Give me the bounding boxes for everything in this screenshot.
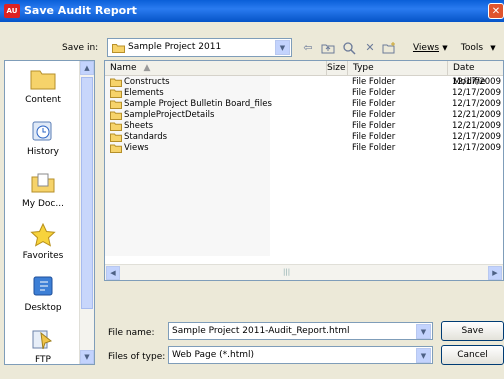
close-button[interactable]: ✕: [488, 3, 504, 19]
places-bar: Content History My Doc... Favorites Desk…: [4, 60, 95, 365]
desktop-icon: [33, 276, 53, 296]
folder-icon: [110, 89, 122, 98]
file-date-cell: 12/17/2009 2: [452, 143, 504, 153]
chevron-down-icon[interactable]: ▼: [275, 40, 290, 55]
chevron-down-icon[interactable]: ▼: [416, 324, 431, 339]
folder-icon: [110, 111, 122, 120]
app-icon: AU: [4, 4, 20, 18]
column-header-date-modified[interactable]: Date Modifie: [448, 61, 503, 87]
column-header-name[interactable]: Name ▲: [105, 61, 327, 76]
place-label: My Doc...: [22, 199, 64, 209]
my-documents-icon: [31, 173, 55, 193]
file-type-cell: File Folder: [352, 121, 396, 131]
views-dropdown-arrow-icon[interactable]: ▼: [441, 40, 449, 56]
file-row[interactable]: Elements File Folder 12/17/2009 2: [105, 88, 504, 99]
column-header-size[interactable]: Size: [327, 61, 348, 76]
save-in-value: Sample Project 2011: [128, 42, 222, 52]
window-title: Save Audit Report: [24, 4, 137, 17]
views-menu[interactable]: Views: [412, 40, 440, 56]
folder-icon: [110, 122, 122, 131]
file-row[interactable]: Standards File Folder 12/17/2009 2: [105, 132, 504, 143]
favorites-star-icon: [30, 223, 56, 247]
folder-icon: [110, 133, 122, 142]
file-row[interactable]: Views File Folder 12/17/2009 2: [105, 143, 504, 154]
save-audit-report-dialog: AU Save Audit Report ✕ Save in: Sample P…: [0, 0, 504, 370]
column-header-label: Name: [110, 63, 137, 73]
folder-icon: [110, 78, 122, 87]
folder-icon: [110, 144, 122, 153]
file-name-value: Sample Project 2011-Audit_Report.html: [172, 326, 350, 336]
up-folder-icon[interactable]: [320, 40, 336, 56]
file-name-cell: Views: [124, 143, 149, 153]
file-type-cell: File Folder: [352, 132, 396, 142]
file-type-cell: File Folder: [352, 110, 396, 120]
delete-icon[interactable]: ✕: [362, 40, 378, 56]
tools-menu[interactable]: Tools: [460, 40, 484, 56]
scroll-right-icon[interactable]: ▶: [488, 266, 502, 280]
file-name-cell: Constructs: [124, 77, 170, 87]
tools-dropdown-arrow-icon[interactable]: ▼: [488, 40, 498, 56]
file-row[interactable]: Constructs File Folder 12/17/2009 2: [105, 77, 504, 88]
file-date-cell: 12/21/2009 5: [452, 110, 504, 120]
file-name-cell: Sheets: [124, 121, 154, 131]
place-label: Desktop: [24, 303, 62, 313]
place-label: FTP: [35, 355, 51, 365]
file-list[interactable]: Name ▲ Size Type Date Modifie Constructs…: [104, 60, 504, 281]
folder-icon: [30, 70, 56, 90]
place-my-documents[interactable]: My Doc...: [5, 167, 81, 223]
file-type-cell: File Folder: [352, 88, 396, 98]
files-of-type-value: Web Page (*.html): [172, 350, 255, 360]
cancel-button[interactable]: Cancel: [441, 345, 504, 365]
scroll-thumb[interactable]: [81, 77, 93, 309]
place-history[interactable]: History: [5, 115, 81, 171]
files-of-type-dropdown[interactable]: Web Page (*.html) ▼: [168, 346, 433, 364]
file-name-cell: Sample Project Bulletin Board_files: [124, 99, 272, 109]
file-date-cell: 12/17/2009 2: [452, 88, 504, 98]
title-bar[interactable]: AU Save Audit Report ✕: [0, 0, 504, 22]
file-date-cell: 12/17/2009 2: [452, 99, 504, 109]
scroll-up-icon[interactable]: ▲: [80, 61, 94, 75]
folder-icon: [110, 100, 122, 109]
file-date-cell: 12/21/2009 2: [452, 121, 504, 131]
file-name-cell: Standards: [124, 132, 168, 142]
back-icon[interactable]: ⇦: [300, 40, 316, 56]
places-scrollbar[interactable]: ▲ ▼: [79, 61, 94, 364]
file-type-cell: File Folder: [352, 77, 396, 87]
save-button[interactable]: Save: [441, 321, 504, 341]
place-label: Content: [25, 95, 61, 105]
place-label: History: [26, 147, 60, 157]
file-row[interactable]: Sample Project Bulletin Board_files File …: [105, 99, 504, 110]
scroll-grip[interactable]: |||: [283, 268, 290, 276]
file-type-cell: File Folder: [352, 143, 396, 153]
file-name-label: File name:: [108, 328, 155, 338]
file-name-input[interactable]: Sample Project 2011-Audit_Report.html ▼: [168, 322, 433, 340]
file-row[interactable]: SampleProjectDetails File Folder 12/21/200…: [105, 110, 504, 121]
files-of-type-label: Files of type:: [108, 352, 166, 362]
column-header-type[interactable]: Type: [348, 61, 448, 76]
ftp-icon: [32, 330, 53, 350]
save-in-label: Save in:: [62, 43, 99, 53]
file-name-cell: SampleProjectDetails: [124, 110, 215, 120]
save-in-dropdown[interactable]: Sample Project 2011 ▼: [107, 38, 292, 57]
chevron-down-icon[interactable]: ▼: [416, 348, 431, 363]
search-web-icon[interactable]: [341, 40, 357, 56]
file-row[interactable]: Sheets File Folder 12/21/2009 2: [105, 121, 504, 132]
file-name-cell: Elements: [124, 88, 164, 98]
scroll-left-icon[interactable]: ◀: [106, 266, 120, 280]
place-desktop[interactable]: Desktop: [5, 271, 81, 327]
file-type-cell: File Folder: [352, 99, 396, 109]
file-date-cell: 12/17/2009 2: [452, 77, 504, 87]
file-list-horizontal-scrollbar[interactable]: ◀ ||| ▶: [105, 264, 503, 280]
new-folder-icon[interactable]: [381, 40, 397, 56]
place-label: Favorites: [22, 251, 64, 261]
place-ftp[interactable]: FTP: [5, 323, 81, 379]
place-favorites[interactable]: Favorites: [5, 219, 81, 275]
file-date-cell: 12/17/2009 2: [452, 132, 504, 142]
scroll-down-icon[interactable]: ▼: [80, 350, 94, 364]
place-content[interactable]: Content: [5, 63, 81, 119]
sort-ascending-icon: ▲: [143, 63, 151, 73]
history-icon: [32, 121, 52, 141]
folder-icon: [112, 44, 125, 53]
